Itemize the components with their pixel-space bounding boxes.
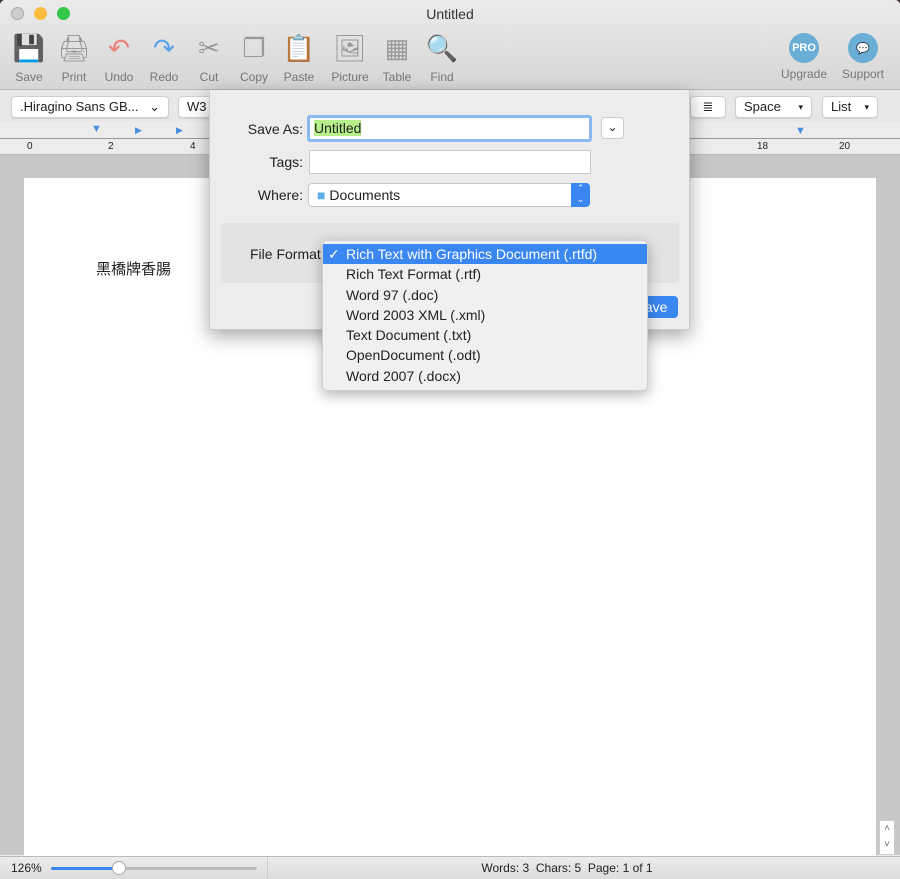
cut-button[interactable]: ✂ Cut: [187, 30, 231, 85]
weight-value: W3: [187, 99, 207, 114]
toolbar-label: Cut: [199, 70, 219, 84]
ruler-tick: 18: [757, 141, 769, 152]
format-option[interactable]: Word 2003 XML (.xml): [323, 305, 647, 325]
list-select[interactable]: List ▾: [822, 96, 878, 118]
redo-button[interactable]: ↷ Redo: [142, 30, 186, 85]
font-value: .Hiragino Sans GB...: [20, 99, 139, 114]
format-option-label: Rich Text with Graphics Document (.rtfd): [346, 246, 598, 262]
ruler-tick: 20: [839, 141, 851, 152]
save-as-field[interactable]: Untitled: [307, 115, 592, 142]
zoom-slider-fill: [51, 867, 119, 870]
redo-icon: ↷: [153, 32, 175, 63]
undo-button[interactable]: ↶ Undo: [97, 30, 141, 85]
scroll-up-icon[interactable]: ˄: [880, 821, 894, 837]
right-margin-marker-icon[interactable]: ▼: [795, 125, 806, 137]
toolbar-label: Print: [61, 70, 87, 84]
chevron-down-icon: ⌄: [149, 99, 160, 114]
copy-button[interactable]: ❐ Copy: [232, 30, 276, 85]
format-option[interactable]: Rich Text Format (.rtf): [323, 264, 647, 284]
scroll-down-icon[interactable]: ˅: [880, 837, 894, 853]
title-bar: Untitled 💾 Save 🖨 Print ↶ Undo ↷ Redo ✂ Cut ❐ Copy 📋…: [0, 0, 900, 90]
tab-stop-icon[interactable]: ▶: [176, 125, 183, 136]
tab-stop-icon[interactable]: ▶: [135, 125, 142, 136]
support-button[interactable]: 💬 Support: [840, 30, 886, 81]
zoom-slider[interactable]: [51, 861, 257, 875]
cut-icon: ✂: [198, 32, 220, 63]
save-icon: 💾: [12, 32, 46, 63]
save-as-value: Untitled: [314, 120, 362, 136]
document-text[interactable]: 黑橋牌香腸: [96, 258, 171, 279]
ruler-tick: 4: [190, 141, 196, 152]
picture-button[interactable]: 🖼 Picture: [326, 30, 374, 85]
find-icon: 🔍: [425, 32, 459, 63]
pro-icon: PRO: [789, 33, 819, 63]
document-stats: Words: 3 Chars: 5 Page: 1 of 1: [481, 861, 653, 875]
tags-field[interactable]: [309, 150, 591, 174]
format-option-label: Word 2007 (.docx): [346, 367, 461, 384]
picture-icon: 🖼: [333, 32, 367, 63]
format-option-label: Text Document (.txt): [346, 327, 472, 344]
spacing-value: Space: [744, 99, 781, 114]
save-as-label: Save As:: [247, 121, 303, 137]
justify-button[interactable]: ≣: [690, 96, 726, 118]
format-option[interactable]: Text Document (.txt): [323, 325, 647, 345]
toolbar-label: Table: [382, 70, 412, 84]
dropdown-arrow-icon: ▾: [864, 102, 869, 112]
ruler-tick: 0: [27, 141, 33, 152]
find-button[interactable]: 🔍 Find: [420, 30, 464, 85]
upgrade-button[interactable]: PRO Upgrade: [781, 30, 827, 81]
format-option-label: Word 97 (.doc): [346, 286, 439, 303]
format-option-label: OpenDocument (.odt): [346, 347, 481, 364]
support-label: Support: [841, 67, 885, 81]
copy-icon: ❐: [242, 32, 266, 63]
where-select[interactable]: ■ Documents ⌃ ⌄: [308, 183, 590, 207]
toolbar-label: Find: [430, 70, 454, 84]
ruler-tick: 2: [108, 141, 114, 152]
folder-icon: ■: [317, 187, 326, 203]
format-option[interactable]: OpenDocument (.odt): [323, 345, 647, 365]
align-justify-icon: ≣: [702, 99, 714, 114]
chevron-down-icon: ⌄: [607, 120, 618, 134]
zoom-level: 126%: [11, 861, 42, 875]
indent-marker-icon[interactable]: ▼: [91, 123, 102, 135]
undo-icon: ↶: [108, 32, 130, 63]
format-option-label: Rich Text Format (.rtf): [346, 266, 482, 283]
table-icon: ▦: [384, 32, 410, 63]
save-button[interactable]: 💾 Save: [7, 30, 51, 85]
file-format-label: File Format:: [250, 246, 325, 262]
expand-dialog-button[interactable]: ⌄: [601, 117, 624, 139]
toolbar-label: Copy: [239, 70, 268, 84]
scroll-arrows[interactable]: ˄ ˅: [879, 820, 895, 855]
where-value: Documents: [329, 187, 401, 203]
updown-chevron-icon: ⌃ ⌄: [571, 183, 590, 207]
paste-button[interactable]: 📋 Paste: [277, 30, 321, 85]
list-value: List: [831, 99, 852, 114]
file-format-menu: ✓ Rich Text with Graphics Document (.rtfd…: [322, 240, 648, 391]
spacing-select[interactable]: Space ▾: [735, 96, 812, 118]
format-option[interactable]: Word 2007 (.docx): [323, 366, 647, 386]
format-option[interactable]: Word 97 (.doc): [323, 285, 647, 305]
toolbar-label: Save: [15, 70, 43, 84]
app-window: Untitled 💾 Save 🖨 Print ↶ Undo ↷ Redo ✂ Cut ❐ Copy 📋…: [0, 0, 900, 879]
print-icon: 🖨: [57, 32, 91, 63]
zoom-slider-knob[interactable]: [111, 861, 126, 875]
toolbar-label: Redo: [149, 70, 179, 84]
table-button[interactable]: ▦ Table: [375, 30, 419, 85]
print-button[interactable]: 🖨 Print: [52, 30, 96, 85]
format-option-label: Word 2003 XML (.xml): [346, 306, 486, 323]
font-family-select[interactable]: .Hiragino Sans GB... ⌄: [11, 96, 169, 118]
tags-label: Tags:: [269, 154, 303, 170]
dropdown-arrow-icon: ▾: [798, 102, 803, 112]
where-label: Where:: [257, 187, 303, 203]
checkmark-icon: ✓: [328, 246, 340, 262]
status-bar: 126% Words: 3 Chars: 5 Page: 1 of 1: [0, 856, 900, 879]
format-option[interactable]: ✓ Rich Text with Graphics Document (.rtfd…: [323, 244, 647, 265]
window-title: Untitled: [426, 6, 474, 22]
toolbar-label: Undo: [104, 70, 134, 84]
upgrade-label: Upgrade: [781, 67, 828, 81]
chat-bubbles-icon: 💬: [848, 33, 878, 63]
toolbar-label: Paste: [283, 70, 315, 84]
paste-icon: 📋: [282, 32, 316, 63]
toolbar-label: Picture: [331, 70, 369, 84]
